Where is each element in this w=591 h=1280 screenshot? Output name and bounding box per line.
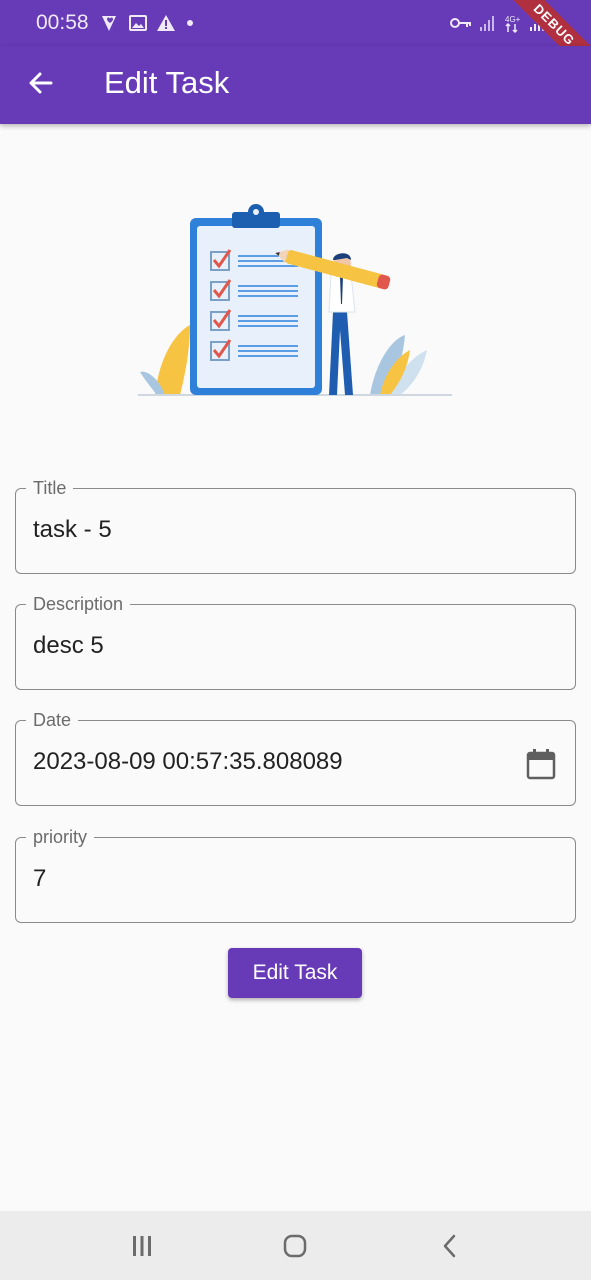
page-title: Edit Task xyxy=(104,65,230,100)
description-field[interactable]: Description desc 5 xyxy=(15,593,576,690)
edit-task-button[interactable]: Edit Task xyxy=(228,948,362,998)
calendar-icon[interactable] xyxy=(524,747,558,781)
title-label: Title xyxy=(26,477,74,499)
priority-label: priority xyxy=(26,826,95,848)
status-bar: 00:58 4G+ DEBUG xyxy=(0,0,591,86)
image-icon xyxy=(129,15,147,31)
title-input[interactable]: task - 5 xyxy=(33,515,112,545)
date-field[interactable]: Date 2023-08-09 00:57:35.808089 xyxy=(15,709,576,806)
date-label: Date xyxy=(26,709,79,731)
svg-text:4G+: 4G+ xyxy=(505,15,521,24)
home-button[interactable] xyxy=(278,1229,312,1263)
dot-icon xyxy=(187,20,193,26)
recents-button[interactable] xyxy=(125,1229,159,1263)
system-nav-bar xyxy=(0,1211,591,1280)
priority-field[interactable]: priority 7 xyxy=(15,826,576,923)
nav-back-icon xyxy=(443,1234,456,1258)
warning-icon xyxy=(157,15,175,31)
location-heart-icon xyxy=(102,16,116,31)
status-icons-left xyxy=(98,11,196,35)
task-illustration xyxy=(138,204,452,396)
priority-input[interactable]: 7 xyxy=(33,864,46,894)
app-bar: Edit Task xyxy=(0,46,591,124)
recents-icon xyxy=(133,1236,151,1256)
description-label: Description xyxy=(26,593,131,615)
status-time: 00:58 xyxy=(36,11,89,34)
vpn-key-icon xyxy=(450,18,471,28)
arrow-back-icon xyxy=(29,72,53,94)
title-field[interactable]: Title task - 5 xyxy=(15,477,576,574)
signal-icon xyxy=(480,16,494,31)
date-input[interactable]: 2023-08-09 00:57:35.808089 xyxy=(33,747,343,777)
description-input[interactable]: desc 5 xyxy=(33,631,104,661)
home-icon xyxy=(283,1234,307,1258)
back-button[interactable] xyxy=(18,60,64,106)
network-4g-icon: 4G+ xyxy=(505,15,521,33)
nav-back-button[interactable] xyxy=(433,1229,467,1263)
